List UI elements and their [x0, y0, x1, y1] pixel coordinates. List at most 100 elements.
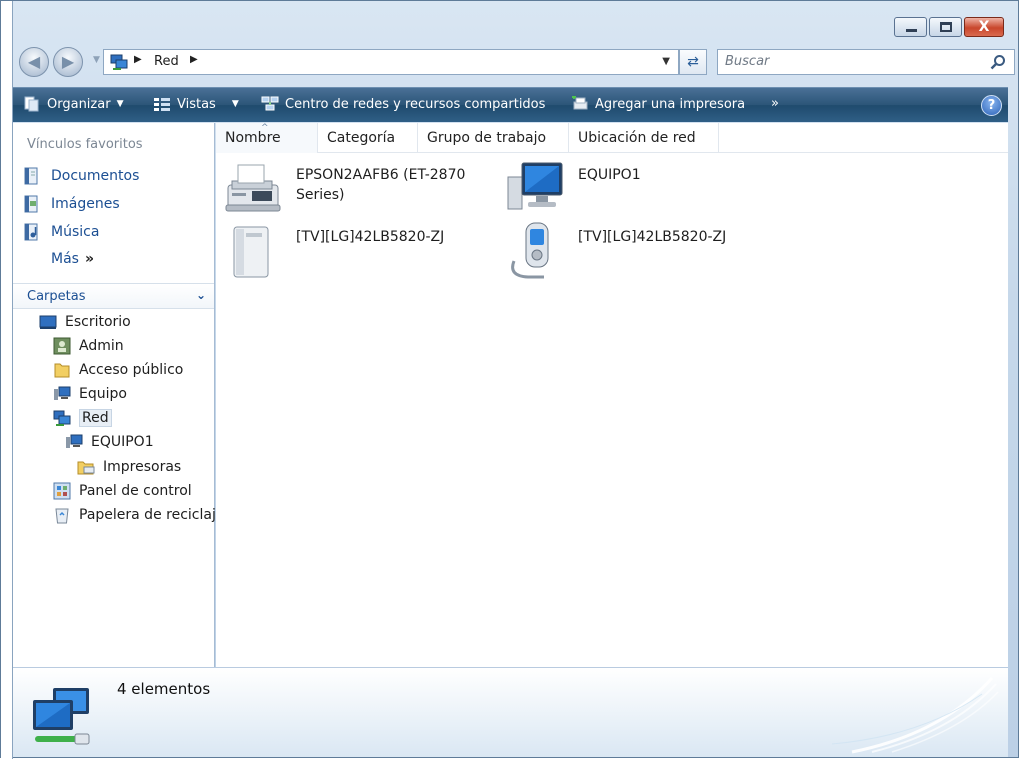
title-bar: X	[13, 1, 1018, 41]
back-button[interactable]: ◀	[19, 47, 49, 77]
tree-label: Admin	[79, 338, 124, 354]
column-header-name[interactable]: ^ Nombre	[216, 123, 318, 153]
network-icon	[53, 410, 71, 426]
address-bar[interactable]: ▶ Red ▶ ▼	[103, 49, 679, 75]
column-header-workgroup[interactable]: Grupo de trabajo	[418, 123, 569, 153]
tree-item-equipo1[interactable]: EQUIPO1	[65, 431, 154, 453]
column-label: Grupo de trabajo	[427, 130, 547, 146]
help-icon: ?	[987, 98, 996, 113]
chevron-down-icon: ▼	[231, 99, 239, 109]
item-label: [TV][LG]42LB5820-ZJ	[578, 229, 727, 245]
network-computers-icon	[33, 688, 90, 745]
refresh-icon: ⇄	[687, 54, 699, 70]
desktop-icon	[39, 315, 57, 329]
item-label: [TV][LG]42LB5820-ZJ	[296, 229, 445, 245]
forward-button[interactable]: ▶	[53, 47, 83, 77]
column-headers: ^ Nombre Categoría Grupo de trabajo Ubic…	[216, 123, 1008, 153]
tree-label: Papelera de reciclaje	[79, 507, 225, 523]
documents-icon	[24, 167, 38, 185]
network-center-button[interactable]: Centro de redes y recursos compartidos	[261, 96, 545, 112]
toolbar-overflow-button[interactable]: »	[771, 96, 779, 111]
help-button[interactable]: ?	[981, 95, 1002, 116]
tree-item-recycle-bin[interactable]: Papelera de reciclaje	[53, 504, 224, 526]
maximize-icon	[940, 22, 952, 32]
tree-item-network[interactable]: Red	[53, 407, 112, 429]
recycle-bin-icon	[55, 508, 69, 524]
user-folder-icon	[53, 337, 71, 355]
maximize-button[interactable]	[929, 17, 962, 37]
favorite-link-documents[interactable]: Documentos	[23, 167, 139, 185]
column-header-network-location[interactable]: Ubicación de red	[569, 123, 719, 153]
network-center-label: Centro de redes y recursos compartidos	[285, 96, 546, 112]
network-item-equipo1[interactable]: EQUIPO1	[504, 159, 758, 219]
folder-icon	[54, 363, 70, 378]
tree-item-public[interactable]: Acceso público	[53, 359, 183, 381]
network-item-tv-media[interactable]: [TV][LG]42LB5820-ZJ	[222, 221, 476, 281]
search-input[interactable]: Buscar	[725, 54, 769, 69]
tree-label: Acceso público	[79, 362, 184, 378]
search-icon[interactable]	[990, 54, 1006, 70]
breadcrumb-separator[interactable]: ▶	[190, 54, 198, 65]
folders-label: Carpetas	[27, 289, 86, 304]
favorite-links-header: Vínculos favoritos	[27, 137, 143, 152]
chevron-down-icon: ▼	[116, 99, 124, 109]
favorite-link-pictures[interactable]: Imágenes	[23, 195, 120, 213]
network-item-tv-mobile[interactable]: [TV][LG]42LB5820-ZJ	[504, 221, 758, 281]
item-count: 4 elementos	[117, 680, 211, 698]
close-button[interactable]: X	[964, 17, 1004, 37]
tree-label: EQUIPO1	[91, 434, 154, 450]
media-device-icon	[233, 226, 269, 278]
more-label: Más	[51, 251, 79, 267]
address-dropdown-icon[interactable]: ▼	[662, 56, 670, 67]
tree-label: Escritorio	[65, 314, 131, 330]
back-arrow-icon: ◀	[27, 52, 41, 71]
favorite-link-label: Música	[51, 224, 100, 240]
more-links-button[interactable]: Más »	[51, 251, 94, 267]
column-label: Nombre	[225, 130, 281, 146]
column-label: Categoría	[327, 130, 396, 146]
tree-item-control-panel[interactable]: Panel de control	[53, 480, 192, 502]
tree-item-desktop[interactable]: Escritorio	[39, 311, 131, 333]
breadcrumb-red[interactable]: Red	[154, 54, 179, 69]
add-printer-label: Agregar una impresora	[595, 96, 746, 112]
refresh-button[interactable]: ⇄	[679, 49, 707, 75]
fax-printer-icon	[225, 164, 281, 212]
navigation-pane: Vínculos favoritos Documentos Imágenes M…	[13, 123, 224, 667]
computer-icon	[66, 434, 83, 448]
favorite-link-label: Documentos	[51, 168, 140, 184]
favorite-link-music[interactable]: Música	[23, 223, 99, 241]
favorite-link-label: Imágenes	[51, 196, 120, 212]
tree-item-computer[interactable]: Equipo	[53, 383, 127, 405]
tree-label: Impresoras	[103, 459, 182, 475]
add-printer-icon	[572, 96, 588, 110]
organize-icon	[24, 96, 39, 112]
network-item-epson[interactable]: EPSON2AAFB6 (ET-2870 Series)	[222, 159, 476, 219]
organize-button[interactable]: Organizar ▼	[23, 96, 123, 112]
recent-pages-dropdown[interactable]: ▼	[93, 55, 100, 65]
tree-item-printers[interactable]: Impresoras	[77, 456, 181, 478]
item-label: EQUIPO1	[578, 167, 641, 183]
decorative-swoosh	[832, 677, 999, 754]
search-box[interactable]: Buscar	[717, 49, 1015, 75]
mobile-device-icon	[511, 222, 549, 279]
computer-icon	[54, 386, 71, 400]
computer-monitor-icon	[507, 162, 563, 210]
close-icon: X	[978, 19, 990, 35]
breadcrumb-separator[interactable]: ▶	[134, 54, 142, 65]
tree-label: Red	[79, 409, 112, 427]
pictures-icon	[24, 195, 38, 213]
explorer-window: X ◀ ▶ ▼ ▶ Red ▶ ▼ ⇄ Buscar Organizar ▼ V…	[0, 0, 1019, 759]
views-icon	[154, 98, 170, 111]
minimize-button[interactable]	[894, 17, 927, 37]
tree-item-admin[interactable]: Admin	[53, 335, 124, 357]
network-center-icon	[261, 96, 279, 111]
content-pane: ^ Nombre Categoría Grupo de trabajo Ubic…	[216, 123, 1008, 667]
views-button[interactable]: Vistas ▼	[153, 96, 239, 112]
column-label: Ubicación de red	[578, 130, 696, 146]
folders-header[interactable]: Carpetas ⌄	[13, 283, 214, 309]
control-panel-icon	[53, 482, 71, 500]
add-printer-button[interactable]: Agregar una impresora	[571, 96, 745, 112]
views-label: Vistas	[177, 96, 216, 112]
background-edge	[1, 1, 13, 759]
column-header-category[interactable]: Categoría	[318, 123, 418, 153]
